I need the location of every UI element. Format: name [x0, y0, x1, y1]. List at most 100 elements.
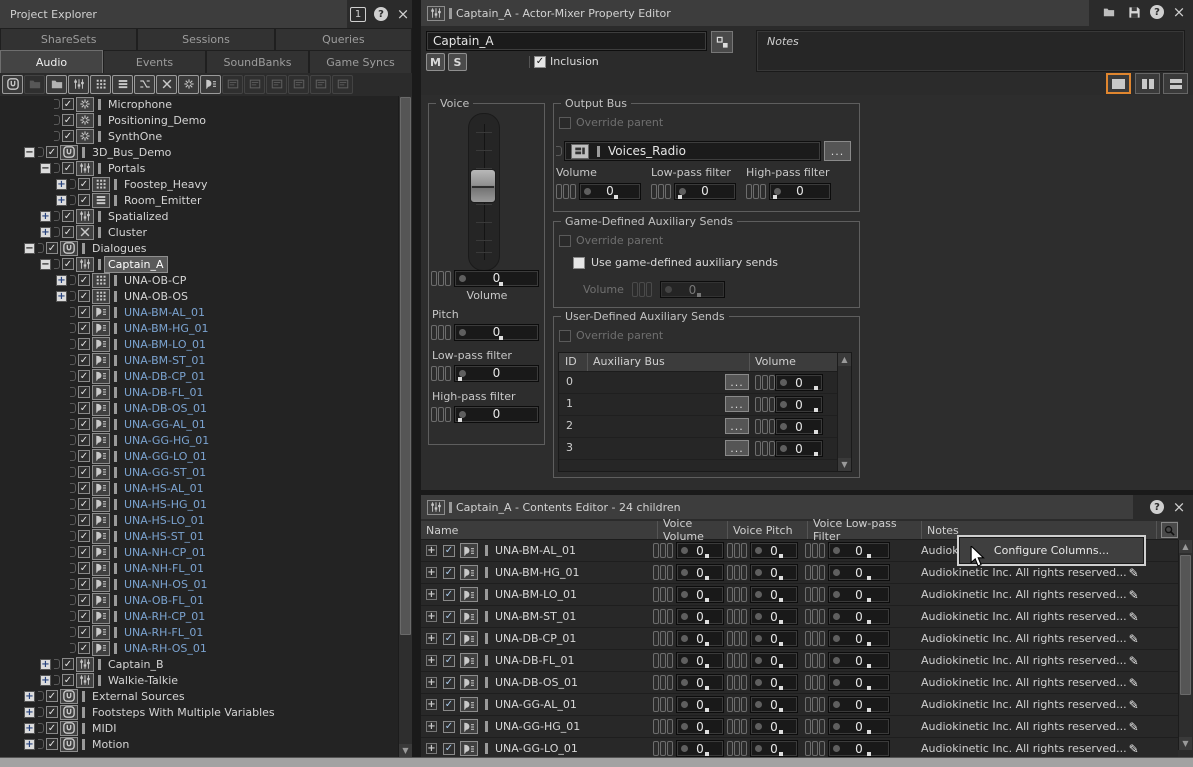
tree-item-checkbox[interactable]: ✓ — [78, 354, 90, 366]
toolbar-blend-container-icon[interactable] — [156, 75, 177, 94]
contents-row-una-gg-hg-01[interactable]: +✓UNA-GG-HG_01000Audiokinetic Inc. All r… — [421, 716, 1178, 738]
voice-volume-field[interactable]: 0 — [676, 740, 724, 757]
tree-item-checkbox[interactable]: ✓ — [78, 418, 90, 430]
aux-scroll-down-icon[interactable]: ▼ — [838, 458, 851, 471]
tree-item-checkbox[interactable]: ✓ — [78, 546, 90, 558]
output-bus-selector[interactable]: Voices_Radio — [564, 141, 821, 161]
expand-icon[interactable]: + — [426, 567, 437, 578]
notes-text[interactable]: Audiokinetic Inc. All rights reserved... — [921, 676, 1127, 689]
tree-item-captain-b[interactable]: +✓Captain_B — [0, 656, 398, 672]
collapse-icon[interactable]: − — [24, 147, 35, 158]
tree-item-walkie-talkie[interactable]: +✓Walkie-Talkie — [0, 672, 398, 688]
tree-item-label[interactable]: Portals — [105, 161, 148, 176]
voice-pitch-field[interactable]: 0 — [750, 564, 798, 581]
voice-pitch-field[interactable]: 0 — [750, 608, 798, 625]
tree-item-checkbox[interactable]: ✓ — [46, 690, 58, 702]
toolbar-random-container-icon[interactable] — [90, 75, 111, 94]
voice-volume-field[interactable]: 0 — [676, 608, 724, 625]
tree-item-checkbox[interactable]: ✓ — [78, 370, 90, 382]
tree-item-label[interactable]: Positioning_Demo — [105, 113, 209, 128]
tree-item-una-hs-al-01[interactable]: ✓UNA-HS-AL_01 — [0, 480, 398, 496]
tree-item-checkbox[interactable]: ✓ — [78, 482, 90, 494]
tree-item-checkbox[interactable]: ✓ — [62, 114, 74, 126]
voice-pitch-field[interactable]: 0 — [454, 324, 539, 341]
contents-scroll-down-icon[interactable]: ▼ — [1179, 737, 1192, 750]
tree-item-checkbox[interactable]: ✓ — [62, 674, 74, 686]
tree-item-checkbox[interactable]: ✓ — [46, 706, 58, 718]
expand-icon[interactable]: + — [40, 211, 51, 222]
tree-item-label[interactable]: Motion — [89, 737, 132, 752]
tree-item-label[interactable]: UNA-NH-CP_01 — [121, 545, 209, 560]
toolbar-actor-mixer-icon[interactable] — [68, 75, 89, 94]
aux-volume-field[interactable]: 0 — [775, 374, 823, 391]
toolbar-sound-sfx-icon[interactable] — [178, 75, 199, 94]
contents-row-una-gg-lo-01[interactable]: +✓UNA-GG-LO_01000Audiokinetic Inc. All r… — [421, 738, 1178, 757]
row-checkbox[interactable]: ✓ — [443, 721, 455, 733]
toolbar-sound-voice-icon[interactable] — [200, 75, 221, 94]
tree-item-checkbox[interactable]: ✓ — [46, 146, 58, 158]
tree-item-checkbox[interactable]: ✓ — [78, 514, 90, 526]
tree-scrollbar-thumb[interactable] — [400, 97, 411, 635]
property-help-icon[interactable]: ? — [1147, 3, 1167, 21]
tree-item-una-gg-al-01[interactable]: ✓UNA-GG-AL_01 — [0, 416, 398, 432]
voice-pitch-field[interactable]: 0 — [750, 586, 798, 603]
tree-item-midi[interactable]: +✓MIDI — [0, 720, 398, 736]
tree-item-una-rh-os-01[interactable]: ✓UNA-RH-OS_01 — [0, 640, 398, 656]
tree-item-external-sources[interactable]: +✓External Sources — [0, 688, 398, 704]
layout-single-button[interactable] — [1106, 73, 1131, 94]
voice-volume-field[interactable]: 0 — [676, 564, 724, 581]
tree-item-checkbox[interactable]: ✓ — [78, 562, 90, 574]
tree-item-label[interactable]: UNA-BM-AL_01 — [121, 305, 208, 320]
tree-item-label[interactable]: Room_Emitter — [121, 193, 204, 208]
tree-item-checkbox[interactable]: ✓ — [78, 194, 90, 206]
object-name-input[interactable] — [426, 31, 707, 51]
voice-volume-field[interactable]: 0 — [454, 270, 539, 287]
tree-item-microphone[interactable]: ✓Microphone — [0, 96, 398, 112]
tree-item-label[interactable]: Cluster — [105, 225, 150, 240]
name-options-button[interactable] — [711, 31, 733, 53]
tree-item-label[interactable]: UNA-OB-CP — [121, 273, 189, 288]
expand-icon[interactable]: + — [426, 611, 437, 622]
tree-item-una-bm-hg-01[interactable]: ✓UNA-BM-HG_01 — [0, 320, 398, 336]
voice-lowpass-field[interactable]: 0 — [828, 652, 890, 669]
row-name-label[interactable]: UNA-DB-CP_01 — [495, 632, 576, 645]
contents-help-icon[interactable]: ? — [1147, 498, 1167, 516]
toolbar-folder-icon[interactable] — [46, 75, 67, 94]
expand-icon[interactable]: + — [426, 699, 437, 710]
voice-pitch-field[interactable]: 0 — [750, 696, 798, 713]
tree-item-label[interactable]: UNA-DB-OS_01 — [121, 401, 210, 416]
notes-text[interactable]: Audiokinetic Inc. All rights reserved... — [921, 566, 1127, 579]
voice-lowpass-field[interactable]: 0 — [828, 718, 890, 735]
tree-item-una-hs-hg-01[interactable]: ✓UNA-HS-HG_01 — [0, 496, 398, 512]
column-header-voice-volume[interactable]: Voice Volume — [657, 521, 727, 539]
tree-item-label[interactable]: 3D_Bus_Demo — [89, 145, 174, 160]
row-checkbox[interactable]: ✓ — [443, 611, 455, 623]
tab-game-syncs[interactable]: Game Syncs — [309, 50, 412, 73]
contents-row-una-bm-lo-01[interactable]: +✓UNA-BM-LO_01000Audiokinetic Inc. All r… — [421, 584, 1178, 606]
edit-notes-icon[interactable]: ✎ — [1129, 698, 1139, 712]
contents-row-una-db-cp-01[interactable]: +✓UNA-DB-CP_01000Audiokinetic Inc. All r… — [421, 628, 1178, 650]
voice-lowpass-field[interactable]: 0 — [828, 608, 890, 625]
tree-item-checkbox[interactable]: ✓ — [78, 178, 90, 190]
notes-text[interactable]: Audiokinetic Inc. All rights reserved... — [921, 720, 1127, 733]
tree-item-una-db-fl-01[interactable]: ✓UNA-DB-FL_01 — [0, 384, 398, 400]
expand-icon[interactable]: + — [24, 723, 35, 734]
tree-item-una-bm-st-01[interactable]: ✓UNA-BM-ST_01 — [0, 352, 398, 368]
row-name-label[interactable]: UNA-BM-HG_01 — [495, 566, 579, 579]
tab-soundbanks[interactable]: SoundBanks — [206, 50, 309, 73]
row-checkbox[interactable]: ✓ — [443, 743, 455, 755]
row-name-label[interactable]: UNA-DB-OS_01 — [495, 676, 578, 689]
tree-item-label[interactable]: UNA-NH-FL_01 — [121, 561, 207, 576]
row-checkbox[interactable]: ✓ — [443, 677, 455, 689]
tree-item-label[interactable]: SynthOne — [105, 129, 165, 144]
tree-item-label[interactable]: MIDI — [89, 721, 119, 736]
notes-text[interactable]: Audiokinetic Inc. All rights reserved... — [921, 632, 1127, 645]
voice-lowpass-field[interactable]: 0 — [828, 740, 890, 757]
tree-item-una-hs-st-01[interactable]: ✓UNA-HS-ST_01 — [0, 528, 398, 544]
column-header-voice-pitch[interactable]: Voice Pitch — [727, 521, 807, 539]
voice-volume-field[interactable]: 0 — [676, 630, 724, 647]
context-menu[interactable]: Configure Columns... — [959, 537, 1144, 564]
mute-button[interactable]: M — [426, 53, 445, 71]
tree-item-checkbox[interactable]: ✓ — [62, 162, 74, 174]
aux-column-volume[interactable]: Volume — [755, 355, 796, 368]
